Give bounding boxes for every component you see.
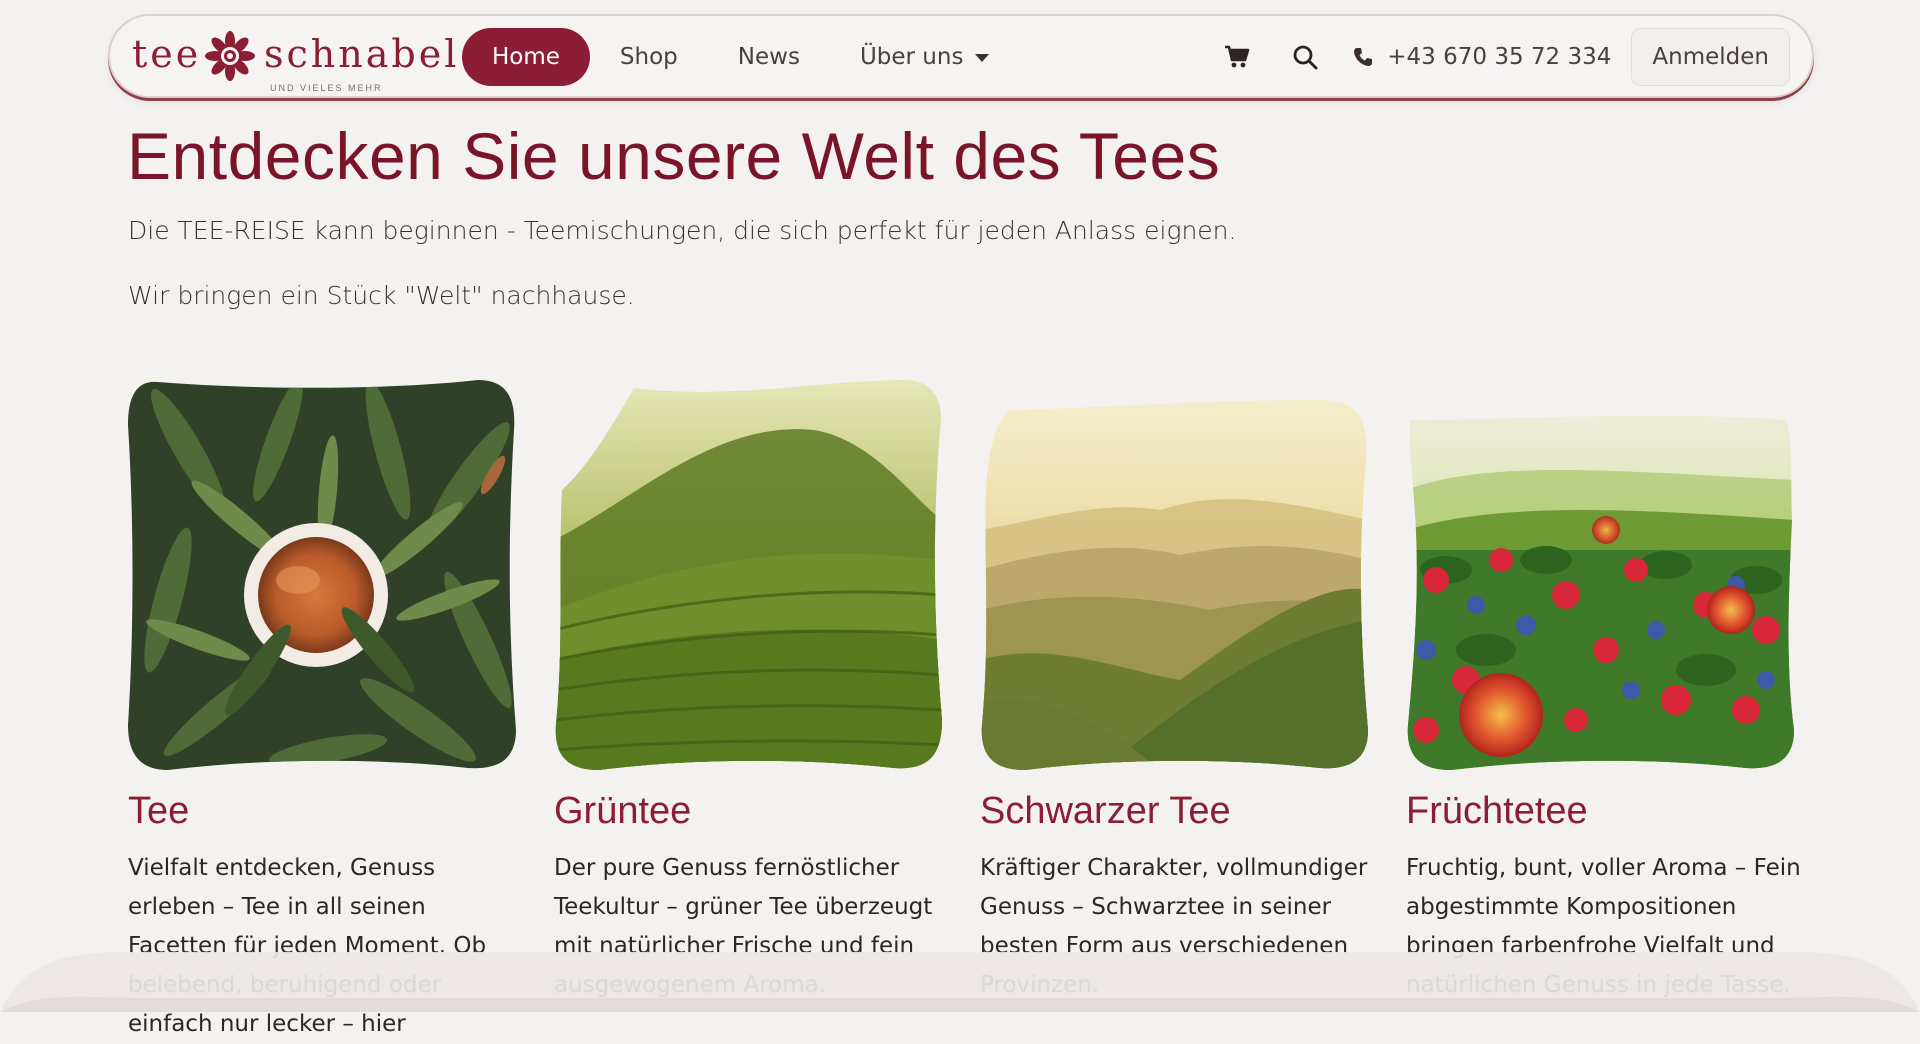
- hero-intro-line2: Wir bringen ein Stück "Welt" nachhause.: [128, 281, 635, 310]
- nav-menu: Home Shop News Über uns: [462, 26, 1019, 88]
- phone-number: +43 670 35 72 334: [1387, 44, 1612, 70]
- fruechtetee-category-image: [1407, 415, 1794, 770]
- schwarzer-tee-category-image: [981, 400, 1368, 770]
- gruentee-category-image: [555, 380, 942, 770]
- main-navbar: tee schnabel UND VIELES MEHR Home Shop N…: [108, 14, 1814, 98]
- brand-word-tee: tee: [132, 32, 202, 76]
- phone-link[interactable]: +43 670 35 72 334: [1339, 28, 1631, 86]
- category-card-tee[interactable]: Tee Vielfalt entdecken, Genuss erleben –…: [128, 380, 518, 1044]
- nav-item-label: Shop: [619, 44, 678, 70]
- cart-icon: [1225, 45, 1250, 68]
- nav-item-label: Über uns: [859, 44, 964, 70]
- nav-item-label: Home: [492, 44, 560, 70]
- nav-item-ueber-uns-dropdown[interactable]: Über uns: [830, 28, 1020, 86]
- chevron-down-icon: [975, 54, 990, 62]
- cart-button[interactable]: [1203, 28, 1271, 86]
- brand-word-schnabel: schnabel: [264, 32, 460, 76]
- card-title: Früchtetee: [1406, 790, 1588, 832]
- category-card-fruechtetee[interactable]: Früchtetee Fruchtig, bunt, voller Aroma …: [1406, 380, 1801, 1005]
- search-icon: [1293, 45, 1318, 70]
- nav-item-label: News: [737, 44, 800, 70]
- page-title: Entdecken Sie unsere Welt des Tees: [127, 119, 1221, 193]
- card-title: Grüntee: [554, 790, 692, 832]
- card-description: Vielfalt entdecken, Genuss erleben – Tee…: [128, 855, 487, 1037]
- nav-item-shop[interactable]: Shop: [590, 28, 708, 86]
- hero-intro-line1: Die TEE-REISE kann beginnen - Teemischun…: [128, 216, 1237, 245]
- nav-item-home[interactable]: Home: [462, 28, 590, 86]
- brand-tagline: UND VIELES MEHR: [270, 83, 383, 93]
- search-button[interactable]: [1271, 28, 1339, 86]
- flower-logo-icon: [205, 31, 255, 81]
- category-card-gruentee[interactable]: Grüntee Der pure Genuss fernöstlicher Te…: [554, 380, 944, 1005]
- nav-item-news[interactable]: News: [708, 28, 830, 86]
- card-title: Tee: [128, 790, 190, 832]
- nav-actions: +43 670 35 72 334 Anmelden: [1203, 28, 1790, 86]
- login-button[interactable]: Anmelden: [1631, 28, 1790, 86]
- category-card-schwarzer-tee[interactable]: Schwarzer Tee Kräftiger Charakter, vollm…: [980, 380, 1370, 1005]
- card-title: Schwarzer Tee: [980, 790, 1231, 832]
- footer-wave-divider: [0, 952, 1920, 1012]
- login-label: Anmelden: [1652, 44, 1769, 70]
- phone-icon: [1354, 48, 1373, 66]
- brand-logo[interactable]: tee schnabel UND VIELES MEHR: [132, 24, 456, 93]
- tee-category-image: [128, 380, 516, 770]
